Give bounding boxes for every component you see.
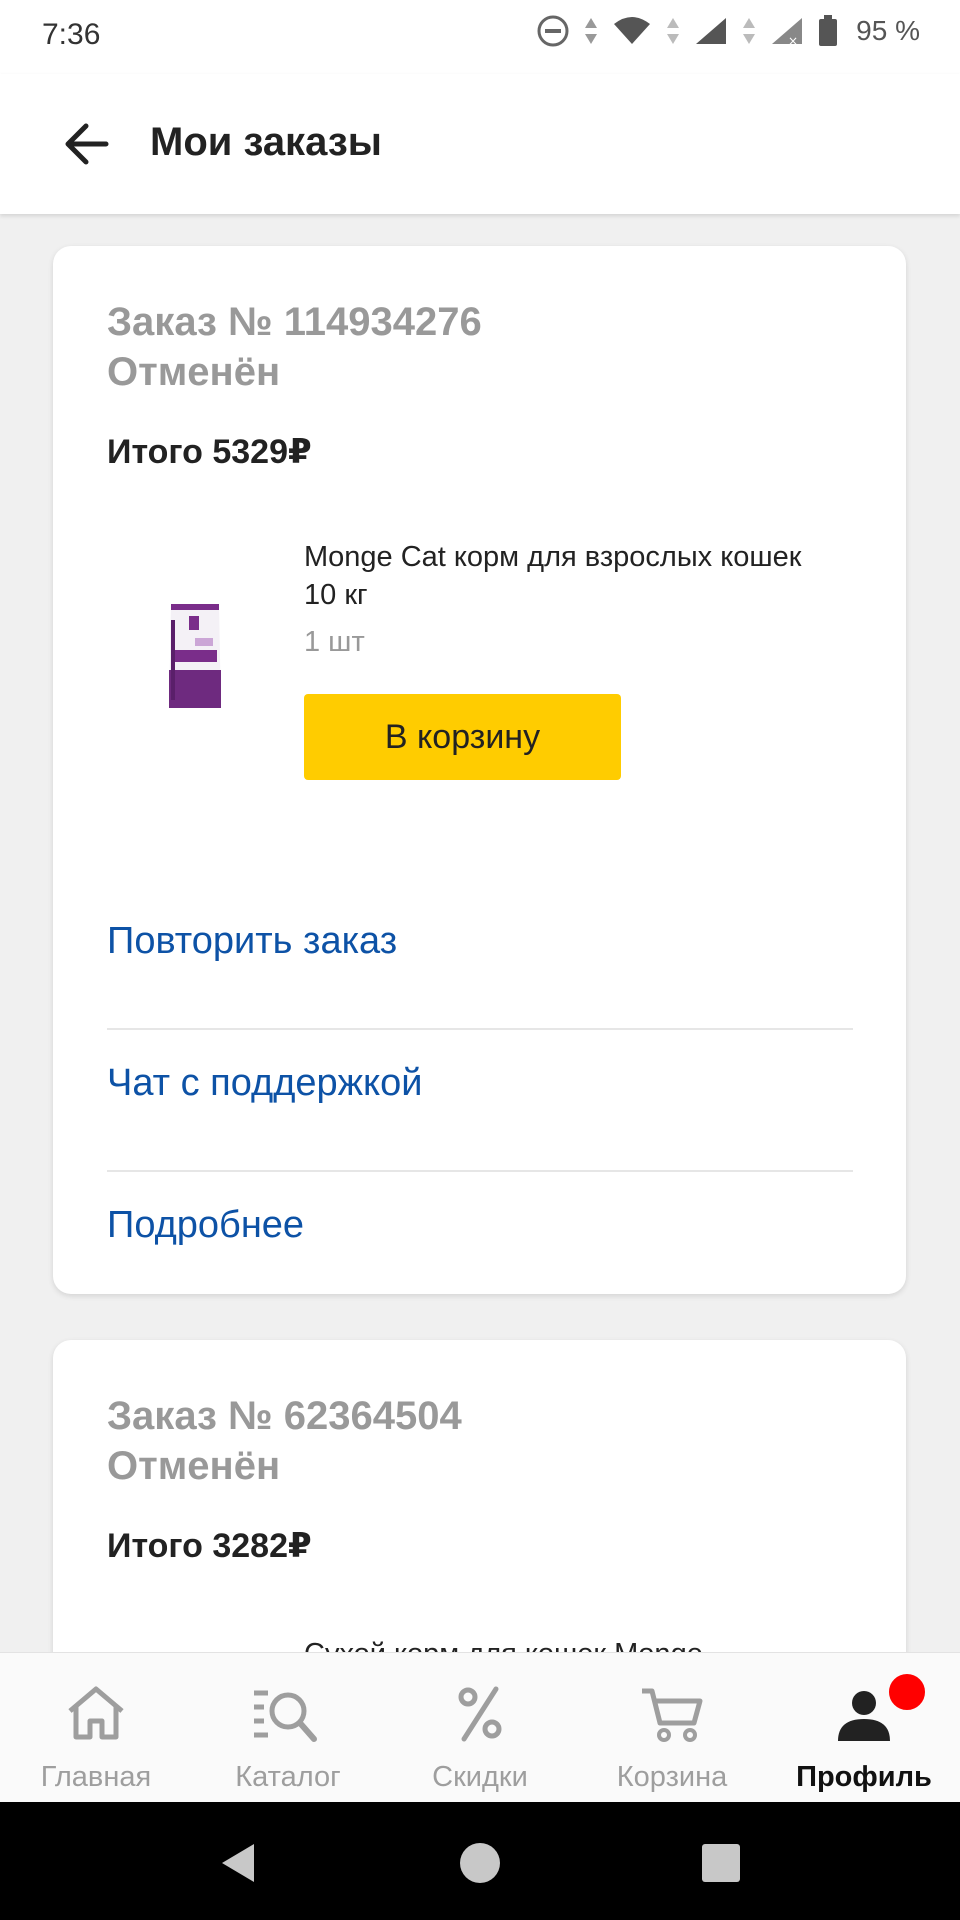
cart-icon [642, 1688, 703, 1742]
product-image[interactable] [165, 598, 225, 714]
do-not-disturb-icon [537, 15, 569, 47]
app-header: Мои заказы [0, 74, 960, 214]
nav-label: Корзина [616, 1761, 728, 1793]
product-quantity: 1 шт [304, 626, 365, 658]
add-to-cart-button[interactable]: В корзину [304, 694, 621, 780]
order-total: Итого 5329₽ [107, 433, 312, 471]
order-status: Отменён [107, 1444, 281, 1488]
support-chat-link[interactable]: Чат с поддержкой [107, 1062, 422, 1105]
data-arrows-icon [743, 18, 756, 44]
order-status: Отменён [107, 350, 281, 394]
page-title: Мои заказы [150, 120, 382, 164]
status-time: 7:36 [42, 18, 101, 51]
status-bar: 7:36 × 95 % [0, 0, 960, 74]
product-name[interactable]: Monge Cat корм для взрослых кошек 10 кг [304, 538, 804, 614]
divider [107, 1170, 853, 1172]
order-number: Заказ № 114934276 [107, 300, 482, 344]
order-total: Итого 3282₽ [107, 1527, 312, 1565]
nav-label: Главная [40, 1761, 152, 1793]
home-icon [68, 1686, 124, 1740]
percent-icon [458, 1686, 502, 1742]
nav-discounts[interactable]: Скидки [384, 1653, 576, 1803]
details-link[interactable]: Подробнее [107, 1204, 304, 1247]
battery-icon [819, 15, 838, 46]
nav-catalog[interactable]: Каталог [192, 1653, 384, 1803]
product-name[interactable]: Сухой корм для кошек Monge [304, 1638, 703, 1652]
nav-home[interactable]: Главная [0, 1653, 192, 1803]
recents-square-icon[interactable] [696, 1838, 746, 1888]
order-card: Заказ № 114934276 Отменён Итого 5329₽ Mo… [53, 246, 906, 1294]
catalog-search-icon [254, 1690, 317, 1742]
back-triangle-icon[interactable] [214, 1838, 264, 1888]
nav-label: Каталог [235, 1761, 341, 1793]
orders-list[interactable]: Заказ № 114934276 Отменён Итого 5329₽ Mo… [0, 214, 960, 1652]
bottom-navigation: Главная Каталог Скидки Корзина Профиль [0, 1652, 960, 1803]
arrow-left-icon [65, 123, 109, 165]
repeat-order-link[interactable]: Повторить заказ [107, 920, 397, 963]
home-circle-icon[interactable] [455, 1838, 505, 1888]
nav-cart[interactable]: Корзина [576, 1653, 768, 1803]
wifi-icon [614, 17, 651, 44]
divider [107, 1028, 853, 1030]
notification-badge [886, 1671, 928, 1713]
nav-profile[interactable]: Профиль [768, 1653, 960, 1803]
signal-icon [696, 18, 727, 44]
svg-text:×: × [788, 34, 798, 46]
nav-label: Профиль [796, 1761, 932, 1793]
order-number: Заказ № 62364504 [107, 1394, 462, 1438]
order-card: Заказ № 62364504 Отменён Итого 3282₽ Сух… [53, 1340, 906, 1652]
data-arrows-icon [667, 18, 680, 44]
battery-percent: 95 % [856, 15, 920, 46]
nav-label: Скидки [432, 1761, 528, 1793]
back-button[interactable] [56, 116, 116, 172]
system-navigation-bar [0, 1802, 960, 1920]
status-icons: × 95 % [536, 14, 920, 48]
signal-no-sim-icon: × [772, 18, 803, 46]
data-arrows-icon [585, 18, 598, 44]
